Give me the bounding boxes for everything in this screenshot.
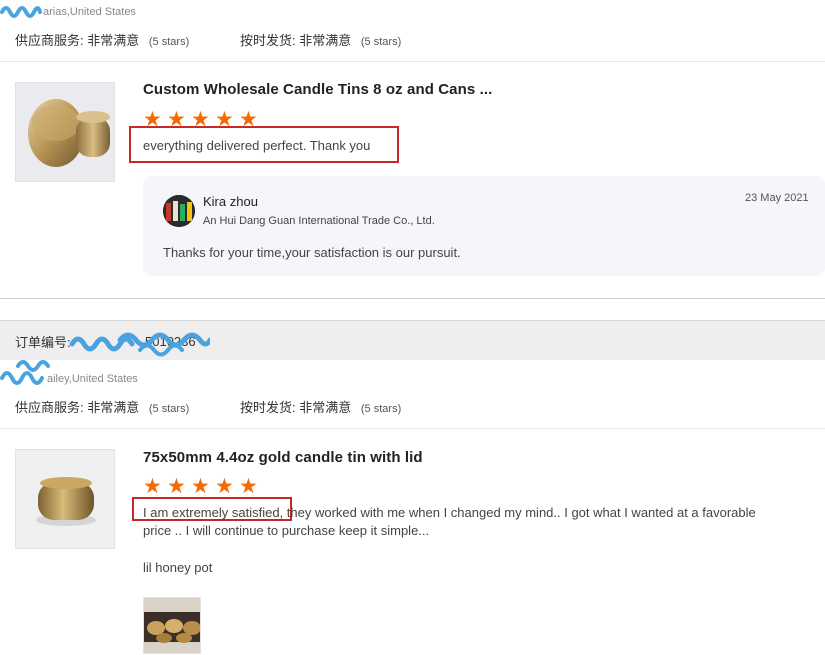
shipping-stars: (5 stars) xyxy=(360,36,402,48)
avatar-image xyxy=(163,195,195,227)
buyer-location: arias,United States xyxy=(43,6,136,18)
product-thumbnail[interactable] xyxy=(15,82,115,182)
supplier-service-stars: (5 stars) xyxy=(148,403,190,415)
buyer-location: ailey,United States xyxy=(47,373,138,385)
supplier-service-stars: (5 stars) xyxy=(148,36,190,48)
shipping-value: 非常满意 xyxy=(299,400,352,415)
star-icon: ★ xyxy=(239,474,258,498)
star-icon: ★ xyxy=(215,474,234,498)
star-icon: ★ xyxy=(143,474,162,498)
reply-text: Thanks for your time,your satisfaction i… xyxy=(163,245,461,260)
review-text-highlighted: I am extremely satisfied xyxy=(143,505,280,520)
shipping-value: 非常满意 xyxy=(299,33,352,48)
candle-tin-image xyxy=(28,99,110,167)
supplier-service-rating: 供应商服务: 非常满意 (5 stars) xyxy=(15,30,189,49)
order-number-label: 订单编号: xyxy=(15,335,71,350)
supplier-service-value: 非常满意 xyxy=(87,400,140,415)
supplier-service-label: 供应商服务: xyxy=(15,400,84,415)
review-text: everything delivered perfect. Thank you xyxy=(143,138,371,153)
review-text: I am extremely satisfied, they worked wi… xyxy=(143,504,813,540)
avatar xyxy=(163,195,195,227)
reply-author-name: Kira zhou xyxy=(203,194,258,209)
shipping-stars: (5 stars) xyxy=(360,403,402,415)
divider xyxy=(0,428,825,429)
shipping-label: 按时发货: xyxy=(240,33,296,48)
redacted-order-scribble xyxy=(69,332,210,357)
shipping-label: 按时发货: xyxy=(240,400,296,415)
supplier-service-rating: 供应商服务: 非常满意 (5 stars) xyxy=(15,397,189,416)
review-text-line2: price .. I will continue to purchase kee… xyxy=(143,523,430,538)
review-photo-image xyxy=(144,598,200,653)
star-icon: ★ xyxy=(191,474,210,498)
reply-company: An Hui Dang Guan International Trade Co.… xyxy=(203,215,435,227)
shipping-rating: 按时发货: 非常满意 (5 stars) xyxy=(240,30,401,49)
review-photo[interactable] xyxy=(143,597,201,654)
reply-date: 23 May 2021 xyxy=(745,192,809,204)
product-thumbnail[interactable] xyxy=(15,449,115,549)
supplier-service-label: 供应商服务: xyxy=(15,33,84,48)
star-rating: ★ ★ ★ ★ ★ xyxy=(143,474,261,498)
shipping-rating: 按时发货: 非常满意 (5 stars) xyxy=(240,397,401,416)
supplier-reply: Kira zhou An Hui Dang Guan International… xyxy=(143,176,825,276)
divider xyxy=(0,298,825,299)
candle-tin-image xyxy=(36,477,96,526)
redacted-name-scribble xyxy=(0,6,42,18)
star-icon: ★ xyxy=(167,474,186,498)
product-title[interactable]: 75x50mm 4.4oz gold candle tin with lid xyxy=(143,449,423,466)
supplier-service-value: 非常满意 xyxy=(87,33,140,48)
product-title[interactable]: Custom Wholesale Candle Tins 8 oz and Ca… xyxy=(143,81,492,98)
review-extra-text: lil honey pot xyxy=(143,560,213,575)
divider xyxy=(0,61,825,62)
review-text-rest: , they worked with me when I changed my … xyxy=(279,505,756,520)
order-number: 订单编号: xyxy=(15,332,71,351)
